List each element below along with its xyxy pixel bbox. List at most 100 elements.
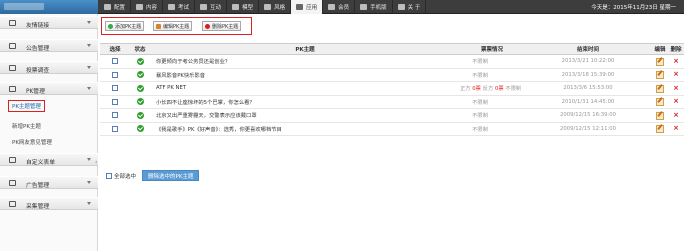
table-footer: 全部选中 删除选中的PK主题 <box>106 170 200 181</box>
sidebar-group-collect[interactable]: 采集管理 <box>0 197 98 210</box>
vote-limit: 不限制 <box>505 86 522 93</box>
nav-style[interactable]: 风格 <box>259 0 292 14</box>
pk-table: 选择 状态 PK主题 票票情况 结束时间 编辑 删除 你更倾向于考公务员还是创业… <box>100 43 684 136</box>
status-ok-icon <box>136 57 144 65</box>
delete-pk-button[interactable]: 删除PK主题 <box>202 21 242 31</box>
sidebar-item-pk-comments[interactable]: PK网友意见管理 <box>12 138 52 146</box>
nav-interact[interactable]: 互动 <box>195 0 228 14</box>
status-ok-icon <box>136 84 144 92</box>
sidebar-group-label: 投票调查 <box>26 68 50 74</box>
table-row: ATF PK NET 正方 0票 反方 0票 不限制 2013/3/6 15:5… <box>100 81 684 96</box>
sidebar-group-form[interactable]: 自定义表单 <box>0 153 98 166</box>
row-checkbox[interactable] <box>112 85 118 91</box>
row-checkbox[interactable] <box>112 71 118 78</box>
row-checkbox[interactable] <box>112 112 118 118</box>
add-pk-label: 添加PK主题 <box>115 23 142 30</box>
nav-config[interactable]: 配置 <box>99 0 132 14</box>
row-topic[interactable]: ATF PK NET <box>150 81 460 96</box>
delete-x-icon[interactable]: × <box>673 71 679 78</box>
nav-label: 互动 <box>210 5 222 11</box>
gear-icon <box>104 4 111 10</box>
edit-icon[interactable] <box>656 57 664 66</box>
table-row: 你更倾向于考公务员还是创业？ 不限制 2013/3/21 10:22:00 × <box>100 54 684 69</box>
table-row: 北京又出严重雾霾天，交警表示应该戴口罩 不限制 2009/12/15 16:39… <box>100 108 684 123</box>
status-ok-icon <box>136 98 144 106</box>
delete-x-icon[interactable]: × <box>673 125 679 132</box>
edit-icon[interactable] <box>656 111 664 120</box>
delete-x-icon[interactable]: × <box>673 98 679 105</box>
nav-exam[interactable]: 考试 <box>163 0 196 14</box>
sidebar-group-vote[interactable]: 投票调查 <box>0 61 98 74</box>
row-topic[interactable]: 小长四不让座惊坏的5个巴掌，你怎么看？ <box>150 95 460 109</box>
sidebar-group-notice[interactable]: 公告管理 <box>0 39 98 52</box>
row-vote-detail: 正方 0票 反方 0票 不限制 <box>460 81 524 96</box>
mobile-icon <box>360 4 368 10</box>
chevron-down-icon <box>87 158 91 161</box>
nav-content[interactable]: 内容 <box>131 0 164 14</box>
row-endtime: 2009/12/15 12:11:00 <box>524 122 652 136</box>
sidebar-group-label: 公告管理 <box>26 46 50 52</box>
row-vote: 不限制 <box>460 54 524 69</box>
main-content: 添加PK主题 编辑PK主题 删除PK主题 选择 状态 PK主题 票票情况 结束时… <box>100 14 684 251</box>
sidebar-group-label: 友情链接 <box>26 23 50 29</box>
sidebar-item-add-pk[interactable]: 新增PK主题 <box>12 122 41 130</box>
sidebar-item-pk-topics[interactable]: PK主题管理 <box>8 100 45 112</box>
chevron-down-icon <box>87 66 91 69</box>
nav-label: 内容 <box>146 5 158 11</box>
row-checkbox[interactable] <box>112 98 118 105</box>
ad-icon <box>9 180 16 186</box>
nav-about[interactable]: 关 于 <box>393 0 427 14</box>
collect-icon <box>9 201 16 207</box>
table-row: 《我是歌手》PK《好声音》：选秀，你更喜欢哪档节目 不限制 2009/12/15… <box>100 122 684 136</box>
edit-icon[interactable] <box>656 97 664 107</box>
nav-label: 关 于 <box>407 5 421 11</box>
row-topic[interactable]: 你更倾向于考公务员还是创业？ <box>150 54 460 69</box>
col-vote: 票票情况 <box>460 43 524 55</box>
notice-icon <box>9 43 16 49</box>
logo-mark <box>4 3 44 10</box>
nav-label: 考试 <box>178 5 190 11</box>
add-pk-button[interactable]: 添加PK主题 <box>105 21 145 31</box>
nav-member[interactable]: 会员 <box>323 0 356 14</box>
row-endtime: 2013/3/21 10:22:00 <box>524 54 652 69</box>
content-icon <box>136 4 144 10</box>
chevron-down-icon <box>87 87 91 90</box>
row-topic[interactable]: 暴风影音PK快乐影音 <box>150 68 460 82</box>
select-all-checkbox[interactable] <box>106 172 112 179</box>
row-checkbox[interactable] <box>112 58 118 64</box>
delete-x-icon[interactable]: × <box>673 84 679 92</box>
con-label: 反方 <box>482 86 494 93</box>
row-checkbox[interactable] <box>112 125 118 132</box>
edit-icon[interactable] <box>656 124 664 134</box>
member-icon <box>328 4 336 10</box>
col-endtime: 结束时间 <box>524 43 652 55</box>
edit-icon[interactable] <box>656 84 664 93</box>
style-icon <box>264 4 272 10</box>
nav-app[interactable]: 应用 <box>291 0 324 14</box>
select-all-label[interactable]: 全部选中 <box>114 172 136 180</box>
sidebar-group-ad[interactable]: 广告管理 <box>0 176 98 189</box>
row-topic[interactable]: 《我是歌手》PK《好声音》：选秀，你更喜欢哪档节目 <box>150 122 460 136</box>
nav-label: 会员 <box>338 5 350 11</box>
table-row: 小长四不让座惊坏的5个巴掌，你怎么看？ 不限制 2010/1/31 14:45:… <box>100 95 684 109</box>
delete-selected-button[interactable]: 删除选中的PK主题 <box>142 170 200 181</box>
pro-count: 0票 <box>472 86 481 93</box>
row-topic[interactable]: 北京又出严重雾霾天，交警表示应该戴口罩 <box>150 108 460 123</box>
sidebar-group-pk[interactable]: PK管理 <box>0 82 98 95</box>
sidebar-group-links[interactable]: 友情链接 <box>0 16 98 29</box>
delete-x-icon[interactable]: × <box>673 57 679 65</box>
pk-table-wrap: 选择 状态 PK主题 票票情况 结束时间 编辑 删除 你更倾向于考公务员还是创业… <box>100 43 684 136</box>
row-endtime: 2013/3/18 15:39:00 <box>524 68 652 82</box>
edit-pk-label: 编辑PK主题 <box>163 23 190 30</box>
app-icon <box>296 4 304 10</box>
edit-icon[interactable] <box>656 70 664 80</box>
about-icon <box>397 4 405 10</box>
delete-x-icon[interactable]: × <box>673 111 679 119</box>
col-status: 状态 <box>130 43 150 55</box>
nav-mobile[interactable]: 手机版 <box>355 0 393 14</box>
delete-icon <box>205 23 210 29</box>
chevron-down-icon <box>87 44 91 47</box>
edit-pk-button[interactable]: 编辑PK主题 <box>153 21 193 31</box>
nav-model[interactable]: 模型 <box>227 0 260 14</box>
nav-label: 模型 <box>242 5 254 11</box>
